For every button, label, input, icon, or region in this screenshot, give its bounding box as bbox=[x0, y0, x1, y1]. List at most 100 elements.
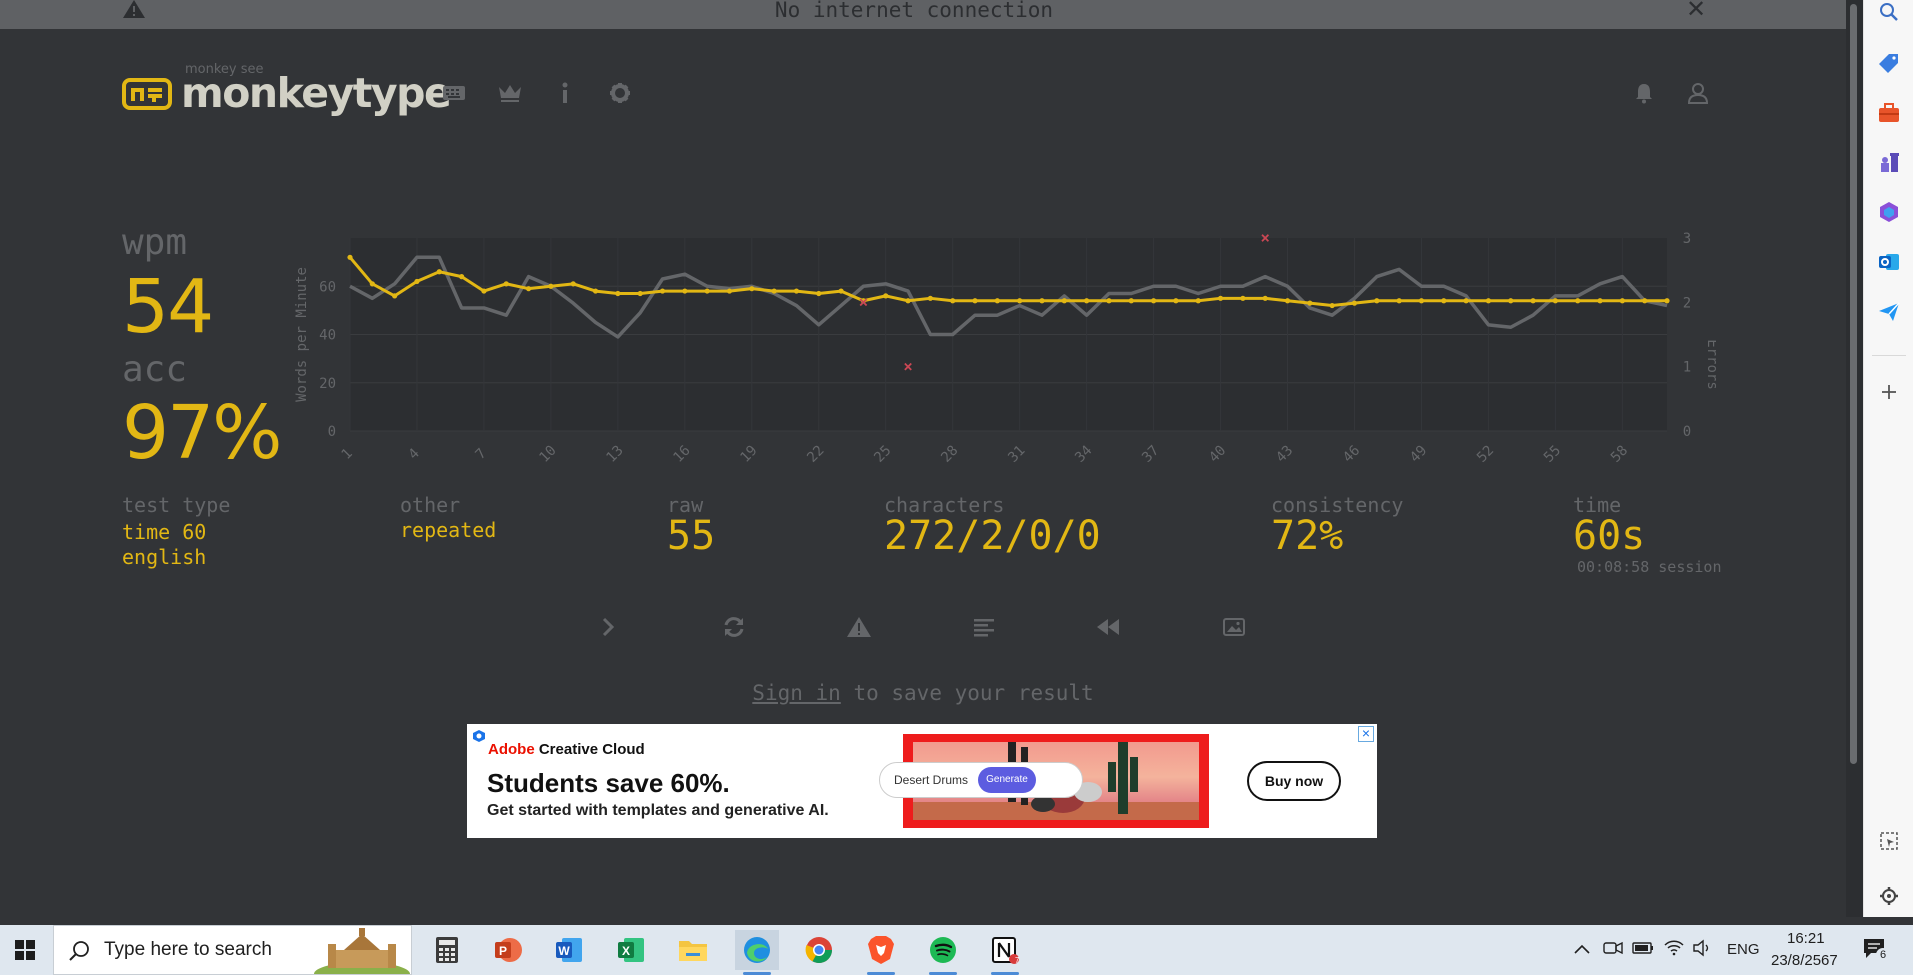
wpm-point bbox=[481, 288, 487, 294]
wpm-point bbox=[1441, 298, 1447, 304]
games-chess-icon[interactable] bbox=[1873, 146, 1905, 178]
wpm-point bbox=[548, 283, 554, 289]
wpm-point bbox=[615, 290, 621, 297]
y-tick-label: 60 bbox=[319, 279, 336, 295]
word-history-button[interactable] bbox=[966, 612, 1002, 642]
volume-speaker-icon[interactable] bbox=[1692, 939, 1712, 961]
x-tick-label: 49 bbox=[1407, 443, 1430, 466]
info-icon[interactable] bbox=[551, 80, 579, 106]
wpm-point bbox=[1619, 298, 1625, 304]
characters-value: 272/2/0/0 bbox=[884, 513, 1101, 559]
wpm-point bbox=[1552, 298, 1558, 304]
taskbar-chrome[interactable] bbox=[799, 930, 839, 970]
offline-message: No internet connection bbox=[774, 0, 1054, 22]
keyboard-icon[interactable] bbox=[440, 80, 468, 106]
notification-count-badge: 6 bbox=[1876, 948, 1890, 962]
settings-gear-icon[interactable] bbox=[606, 80, 634, 106]
ad-buy-now-button[interactable]: Buy now bbox=[1247, 761, 1341, 801]
outlook-icon[interactable] bbox=[1873, 246, 1905, 278]
offline-banner: No internet connection ✕ bbox=[0, 0, 1846, 29]
notifications-bell-icon[interactable] bbox=[1630, 80, 1658, 106]
sign-in-prompt: Sign in to save your result bbox=[0, 681, 1846, 705]
sign-in-link[interactable]: Sign in bbox=[752, 681, 841, 705]
excel-icon: X bbox=[618, 938, 644, 962]
wpm-point bbox=[1039, 298, 1045, 304]
meet-now-camera-icon[interactable] bbox=[1603, 939, 1623, 961]
close-banner-button[interactable]: ✕ bbox=[1686, 0, 1706, 23]
taskbar-excel[interactable]: X bbox=[611, 930, 651, 970]
start-button[interactable] bbox=[0, 925, 50, 975]
wpm-point bbox=[1374, 298, 1380, 304]
taskbar-file-explorer[interactable] bbox=[673, 930, 713, 970]
time-value: 60s bbox=[1573, 513, 1646, 559]
chevron-right-icon bbox=[602, 617, 615, 637]
y-axis-label: Words per Minute bbox=[294, 267, 310, 402]
wpm-point bbox=[816, 290, 822, 297]
notification-center-icon[interactable]: 6 bbox=[1862, 937, 1890, 965]
search-icon[interactable] bbox=[1873, 0, 1905, 28]
battery-icon[interactable] bbox=[1632, 940, 1654, 959]
clock-time[interactable]: 16:21 bbox=[1787, 930, 1825, 947]
taskbar-edge-active[interactable] bbox=[735, 930, 779, 975]
consistency-value: 72% bbox=[1271, 513, 1344, 559]
wpm-point bbox=[1195, 298, 1201, 304]
tools-briefcase-icon[interactable] bbox=[1873, 97, 1905, 129]
leaderboard-crown-icon[interactable] bbox=[496, 80, 524, 106]
wpm-point bbox=[1240, 295, 1246, 301]
page-scrollbar-thumb[interactable] bbox=[1850, 4, 1857, 764]
wifi-icon[interactable] bbox=[1663, 938, 1685, 960]
taskbar-word[interactable]: W bbox=[549, 930, 589, 970]
ad-prompt-pill: Desert Drums Generate bbox=[879, 762, 1083, 798]
practice-missed-words-button[interactable] bbox=[841, 612, 877, 642]
taskbar-spotify[interactable] bbox=[923, 930, 963, 975]
ad-close-button[interactable]: × bbox=[1358, 726, 1374, 742]
wpm-point bbox=[726, 288, 733, 294]
wpm-point bbox=[1150, 298, 1157, 304]
x-tick-label: 22 bbox=[804, 443, 827, 466]
wpm-point bbox=[950, 298, 956, 304]
logo-keyboard-icon bbox=[122, 78, 172, 110]
taskbar-calculator[interactable] bbox=[427, 930, 467, 970]
ad-choices-icon[interactable] bbox=[472, 729, 486, 743]
wpm-point bbox=[1217, 295, 1224, 301]
wpm-point bbox=[883, 293, 889, 299]
wpm-point bbox=[1575, 298, 1581, 304]
taskbar-powerpoint[interactable]: P bbox=[488, 930, 528, 970]
test-type-value: time 60 bbox=[122, 520, 207, 544]
wpm-point bbox=[1396, 298, 1402, 304]
wpm-point bbox=[1017, 298, 1023, 304]
x-tick-label: 40 bbox=[1206, 443, 1229, 466]
taskbar-search-box[interactable]: Type here to search bbox=[53, 925, 412, 975]
microsoft365-icon[interactable] bbox=[1873, 196, 1905, 228]
ad-generate-button[interactable]: Generate bbox=[978, 767, 1036, 793]
add-icon[interactable] bbox=[1873, 376, 1905, 408]
shopping-tag-icon[interactable] bbox=[1873, 47, 1905, 79]
wpm-chart[interactable]: 0 20 40 60 0 1 2 3 1 4 7 10 13 16 19 22 25 28 31 34 37 40 43 46… bbox=[286, 220, 1720, 490]
clock-date[interactable]: 23/8/2567 bbox=[1771, 952, 1838, 969]
restart-test-button[interactable] bbox=[716, 612, 752, 642]
send-icon[interactable] bbox=[1873, 296, 1905, 328]
replay-button[interactable] bbox=[1090, 612, 1126, 642]
sidebar-settings-gear-icon[interactable] bbox=[1873, 880, 1905, 912]
windows-logo-icon bbox=[15, 940, 35, 960]
account-user-icon[interactable] bbox=[1684, 80, 1712, 106]
x-tick-label: 7 bbox=[472, 446, 489, 463]
taskbar-brave[interactable] bbox=[861, 930, 901, 975]
notion-badge-count: 7 bbox=[1015, 956, 1020, 965]
x-tick-label: 52 bbox=[1474, 443, 1497, 466]
taskbar-notion[interactable]: 7 bbox=[985, 930, 1025, 975]
input-language[interactable]: ENG bbox=[1727, 941, 1760, 958]
screenshot-capture-icon[interactable] bbox=[1873, 825, 1905, 857]
x-tick-label: 19 bbox=[737, 443, 760, 466]
wpm-point bbox=[1508, 298, 1514, 304]
ad-subline: Get started with templates and generativ… bbox=[487, 802, 829, 819]
wpm-point bbox=[637, 290, 643, 297]
chrome-icon bbox=[805, 937, 833, 964]
next-test-button[interactable] bbox=[590, 612, 626, 642]
wpm-point bbox=[1642, 298, 1648, 304]
show-hidden-icons-chevron-up-icon[interactable] bbox=[1573, 940, 1591, 959]
wpm-point bbox=[1106, 298, 1112, 304]
adobe-advertisement[interactable]: Adobe Creative Cloud Students save 60%. … bbox=[467, 724, 1377, 838]
wpm-point bbox=[414, 278, 420, 285]
save-screenshot-button[interactable] bbox=[1216, 612, 1252, 642]
